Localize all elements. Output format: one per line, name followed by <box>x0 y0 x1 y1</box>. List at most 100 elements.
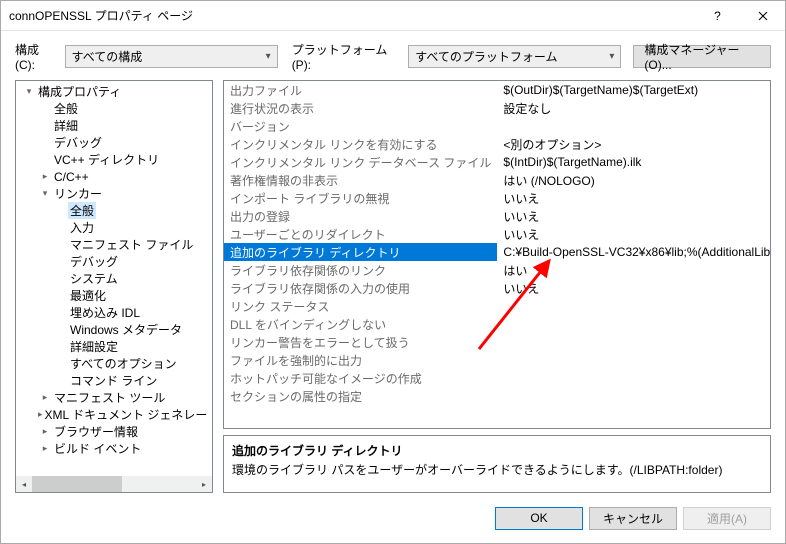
property-row[interactable]: 出力ファイル$(OutDir)$(TargetName)$(TargetExt) <box>224 81 771 99</box>
tree-item[interactable]: 埋め込み IDL <box>16 304 212 321</box>
property-row[interactable]: ファイルを強制的に出力 <box>224 351 771 369</box>
tree-item[interactable]: ▸マニフェスト ツール <box>16 389 212 406</box>
property-value[interactable]: $(IntDir)$(TargetName).ilk <box>497 153 771 171</box>
property-row[interactable]: インポート ライブラリの無視いいえ <box>224 189 771 207</box>
tree-item-label: 構成プロパティ <box>36 83 123 100</box>
tree-item[interactable]: VC++ ディレクトリ <box>16 151 212 168</box>
property-value[interactable]: はい <box>497 261 771 279</box>
property-row[interactable]: インクリメンタル リンクを有効にする<別のオプション> <box>224 135 771 153</box>
tree-item[interactable]: ▸ブラウザー情報 <box>16 423 212 440</box>
tree-toggle-icon[interactable]: ▾ <box>22 86 36 97</box>
config-manager-button[interactable]: 構成マネージャー(O)... <box>633 45 771 68</box>
tree-toggle-icon[interactable]: ▸ <box>38 426 52 437</box>
tree-toggle-icon[interactable]: ▸ <box>38 171 52 182</box>
property-row[interactable]: ライブラリ依存関係の入力の使用いいえ <box>224 279 771 297</box>
tree-item[interactable]: ▾構成プロパティ <box>16 83 212 100</box>
property-row[interactable]: 進行状況の表示設定なし <box>224 99 771 117</box>
close-icon <box>758 11 768 21</box>
property-value[interactable]: いいえ <box>497 189 771 207</box>
tree-item[interactable]: デバッグ <box>16 253 212 270</box>
tree-item[interactable]: 入力 <box>16 219 212 236</box>
property-row[interactable]: インクリメンタル リンク データベース ファイル$(IntDir)$(Targe… <box>224 153 771 171</box>
property-dialog: connOPENSSL プロパティ ページ ? 構成(C): すべての構成 ▾ … <box>0 0 786 544</box>
tree-view[interactable]: ▾構成プロパティ全般詳細デバッグVC++ ディレクトリ▸C/C++▾リンカー全般… <box>15 80 213 493</box>
property-grid[interactable]: 出力ファイル$(OutDir)$(TargetName)$(TargetExt)… <box>223 80 771 429</box>
description-body: 環境のライブラリ パスをユーザーがオーバーライドできるようにします。(/LIBP… <box>232 461 762 478</box>
property-row[interactable]: DLL をバインディングしない <box>224 315 771 333</box>
platform-combo[interactable]: すべてのプラットフォーム ▾ <box>408 45 621 68</box>
tree-item-label: ブラウザー情報 <box>52 423 140 440</box>
property-value[interactable]: はい (/NOLOGO) <box>497 171 771 189</box>
property-name: ライブラリ依存関係のリンク <box>224 261 497 279</box>
content-area: ▾構成プロパティ全般詳細デバッグVC++ ディレクトリ▸C/C++▾リンカー全般… <box>1 80 785 493</box>
property-value[interactable]: いいえ <box>497 279 771 297</box>
apply-button[interactable]: 適用(A) <box>683 507 771 530</box>
tree-item[interactable]: マニフェスト ファイル <box>16 236 212 253</box>
property-row[interactable]: 著作権情報の非表示はい (/NOLOGO) <box>224 171 771 189</box>
ok-button[interactable]: OK <box>495 507 583 530</box>
tree-item[interactable]: ▸C/C++ <box>16 168 212 185</box>
window-title: connOPENSSL プロパティ ページ <box>9 7 695 24</box>
property-row[interactable]: バージョン <box>224 117 771 135</box>
property-value[interactable]: <別のオプション> <box>497 135 771 153</box>
property-value[interactable] <box>497 117 771 135</box>
tree-item-label: 詳細設定 <box>68 338 120 355</box>
property-row[interactable]: セクションの属性の指定 <box>224 387 771 405</box>
tree-item-label: リンカー <box>52 185 104 202</box>
property-value[interactable] <box>497 369 771 387</box>
tree-item[interactable]: Windows メタデータ <box>16 321 212 338</box>
tree-scrollbar-h[interactable]: ◂ ▸ <box>16 476 212 492</box>
property-row[interactable]: ユーザーごとのリダイレクトいいえ <box>224 225 771 243</box>
tree-toggle-icon[interactable]: ▾ <box>38 188 52 199</box>
close-button[interactable] <box>740 1 785 31</box>
tree-item[interactable]: ▸ビルド イベント <box>16 440 212 457</box>
property-value[interactable]: $(OutDir)$(TargetName)$(TargetExt) <box>497 81 771 99</box>
property-value[interactable] <box>497 297 771 315</box>
help-button[interactable]: ? <box>695 1 740 31</box>
tree-item[interactable]: 全般 <box>16 100 212 117</box>
tree-item-label: ビルド イベント <box>52 440 143 457</box>
property-value[interactable]: C:¥Build-OpenSSL-VC32¥x86¥lib;%(Addition… <box>497 243 771 261</box>
scroll-track[interactable] <box>32 476 196 492</box>
tree-item-label: C/C++ <box>52 170 91 184</box>
tree-item[interactable]: ▸XML ドキュメント ジェネレー <box>16 406 212 423</box>
property-row[interactable]: 追加のライブラリ ディレクトリC:¥Build-OpenSSL-VC32¥x86… <box>224 243 771 261</box>
tree-item[interactable]: デバッグ <box>16 134 212 151</box>
property-row[interactable]: 出力の登録いいえ <box>224 207 771 225</box>
tree-toggle-icon[interactable]: ▸ <box>38 443 52 454</box>
property-value[interactable] <box>497 333 771 351</box>
tree-item-label: デバッグ <box>68 253 120 270</box>
cancel-button[interactable]: キャンセル <box>589 507 677 530</box>
property-value[interactable] <box>497 387 771 405</box>
property-value[interactable]: いいえ <box>497 225 771 243</box>
tree-item[interactable]: 最適化 <box>16 287 212 304</box>
platform-value: すべてのプラットフォーム <box>415 48 557 65</box>
property-name: バージョン <box>224 117 497 135</box>
property-row[interactable]: リンカー警告をエラーとして扱う <box>224 333 771 351</box>
tree-toggle-icon[interactable]: ▸ <box>38 392 52 403</box>
tree-item[interactable]: すべてのオプション <box>16 355 212 372</box>
scroll-left-button[interactable]: ◂ <box>16 476 32 492</box>
config-combo[interactable]: すべての構成 ▾ <box>65 45 278 68</box>
property-name: 出力の登録 <box>224 207 497 225</box>
property-row[interactable]: リンク ステータス <box>224 297 771 315</box>
tree-item-label: コマンド ライン <box>68 372 159 389</box>
chevron-down-icon: ▾ <box>609 51 614 62</box>
tree-item[interactable]: システム <box>16 270 212 287</box>
property-row[interactable]: ホットパッチ可能なイメージの作成 <box>224 369 771 387</box>
tree-item[interactable]: 全般 <box>16 202 212 219</box>
property-value[interactable] <box>497 315 771 333</box>
property-value[interactable]: 設定なし <box>497 99 771 117</box>
tree-item[interactable]: ▾リンカー <box>16 185 212 202</box>
tree-item[interactable]: コマンド ライン <box>16 372 212 389</box>
tree-item-label: マニフェスト ツール <box>52 389 167 406</box>
property-name: インポート ライブラリの無視 <box>224 189 497 207</box>
property-row[interactable]: ライブラリ依存関係のリンクはい <box>224 261 771 279</box>
property-value[interactable] <box>497 351 771 369</box>
tree-item[interactable]: 詳細 <box>16 117 212 134</box>
property-value[interactable]: いいえ <box>497 207 771 225</box>
scroll-thumb[interactable] <box>32 476 122 492</box>
tree-item-label: 詳細 <box>52 117 80 134</box>
tree-item[interactable]: 詳細設定 <box>16 338 212 355</box>
scroll-right-button[interactable]: ▸ <box>196 476 212 492</box>
